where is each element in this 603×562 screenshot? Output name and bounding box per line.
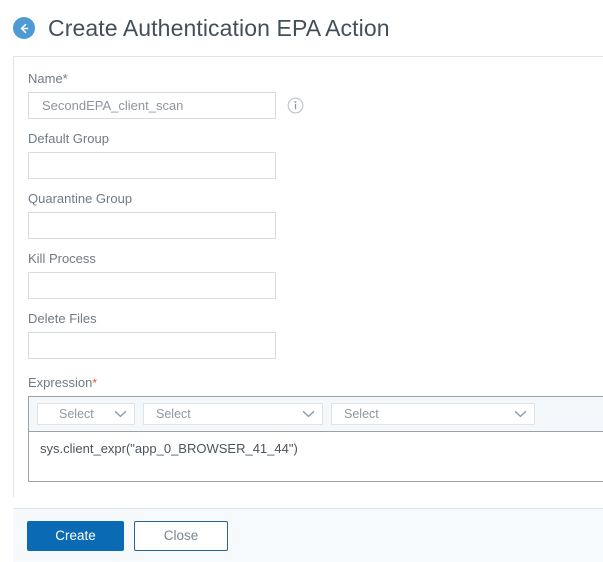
chevron-down-icon	[302, 410, 315, 418]
field-quarantine-group: Quarantine Group	[28, 191, 603, 239]
info-icon[interactable]	[287, 97, 304, 114]
quarantine-group-label: Quarantine Group	[28, 191, 133, 206]
expression-label-text: Expression	[28, 375, 93, 390]
page-title: Create Authentication EPA Action	[48, 14, 390, 41]
footer-action-bar: Create Close	[13, 508, 603, 562]
delete-files-input[interactable]	[28, 332, 276, 359]
kill-process-input[interactable]	[28, 272, 276, 299]
form-panel: Name* Default Group Quarantine Group	[13, 56, 603, 497]
chevron-down-icon	[514, 410, 527, 418]
expression-select-3[interactable]: Select	[331, 403, 535, 425]
default-group-input[interactable]	[28, 152, 276, 179]
expression-label: Expression*	[28, 375, 603, 390]
field-name: Name*	[28, 71, 603, 119]
close-button[interactable]: Close	[134, 520, 228, 551]
name-label: Name*	[28, 71, 68, 86]
expression-textarea[interactable]: sys.client_expr("app_0_BROWSER_41_44")	[29, 432, 603, 481]
field-delete-files: Delete Files	[28, 311, 603, 359]
create-button[interactable]: Create	[27, 520, 124, 551]
chevron-down-icon	[114, 410, 127, 418]
field-kill-process: Kill Process	[28, 251, 603, 299]
delete-files-label: Delete Files	[28, 311, 97, 326]
expression-select-1[interactable]: Select	[37, 403, 135, 425]
default-group-label: Default Group	[28, 131, 109, 146]
expression-toolbar: Select Select Select	[29, 397, 603, 432]
expression-select-3-value: Select	[344, 407, 379, 421]
page-header: Create Authentication EPA Action	[0, 0, 603, 56]
field-expression: Expression* Select Select Select sys.cli…	[28, 375, 603, 482]
expression-select-2-value: Select	[156, 407, 191, 421]
name-input[interactable]	[28, 92, 276, 119]
expression-select-2[interactable]: Select	[143, 403, 323, 425]
expression-select-1-value: Select	[59, 407, 94, 421]
back-arrow-icon[interactable]	[13, 17, 35, 39]
expression-required-marker: *	[92, 376, 97, 390]
quarantine-group-input[interactable]	[28, 212, 276, 239]
expression-editor: Select Select Select sys.client_expr("ap…	[28, 396, 603, 482]
kill-process-label: Kill Process	[28, 251, 96, 266]
field-default-group: Default Group	[28, 131, 603, 179]
